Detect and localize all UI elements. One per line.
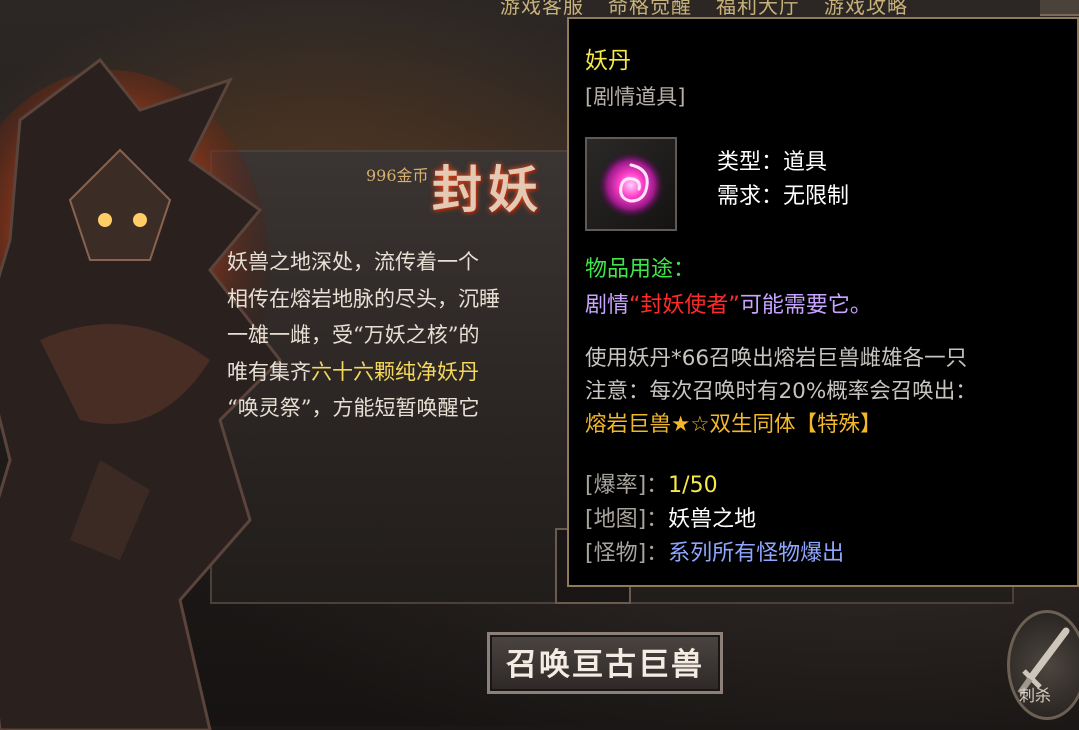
story-line: 一雄一雌，受“万妖之核”的 [227,323,480,347]
drop-rate-label: [爆率]： [585,473,669,498]
panel-title: 封妖 [432,160,544,219]
requirement-label: 需求： [717,184,784,209]
story-line: 妖兽之地深处，流传着一个 [227,250,479,274]
summon-button[interactable]: 召唤亘古巨兽 [487,632,723,694]
usage-text: 剧情“封妖使者”可能需要它。 [585,293,872,318]
nav-game-guide[interactable]: 游戏攻略 [824,0,908,18]
item-name: 妖丹 [585,48,631,74]
map-label: [地图]： [585,507,669,532]
item-properties: 类型：道具 需求：无限制 [717,146,849,214]
item-category: [剧情道具] [585,85,686,109]
skill-label: 刺杀 [1019,686,1052,705]
story-text: 妖兽之地深处，流传着一个 相传在熔岩地脉的尽头，沉睡 一雄一雌，受“万妖之核”的… [227,244,572,427]
monster-label: [怪物]： [585,541,669,566]
story-line: “唤灵祭”，方能短暂唤醒它 [227,396,480,420]
top-navigation: 游戏客服 命格觉醒 福利大厅 游戏攻略 [500,0,1020,18]
item-description: 使用妖丹*66召唤出熔岩巨兽雌雄各一只 注意：每次召唤时有20%概率会召唤出： … [585,342,977,441]
nav-welfare-hall[interactable]: 福利大厅 [716,0,800,18]
item-tooltip: 妖丹 [剧情道具] 类型：道具 需求：无限制 物品用途： 剧情“封妖使者”可能需… [567,17,1079,587]
item-icon-frame [585,137,677,231]
story-highlight: 六十六颗纯净妖丹 [311,359,479,384]
story-line: 唯有集齐六十六颗纯净妖丹 [227,359,479,384]
requirement-value: 无限制 [783,184,850,209]
story-line: 相传在熔岩地脉的尽头，沉睡 [227,286,500,311]
corner-button[interactable] [1040,0,1079,16]
drop-info: [爆率]：1/50 [地图]：妖兽之地 [怪物]：系列所有怪物爆出 [585,469,844,571]
nav-customer-service[interactable]: 游戏客服 [500,0,584,18]
magenta-swirl-orb-icon [597,151,665,219]
desc-special-line: 熔岩巨兽★☆双生同体【特殊】 [585,412,882,437]
usage-quest-name: “封妖使者” [629,293,740,318]
level-tag: 996金币 [366,166,429,185]
type-value: 道具 [783,150,828,175]
nav-destiny-awakening[interactable]: 命格觉醒 [608,0,692,18]
drop-rate-value: 1/50 [668,473,718,498]
desc-line: 注意：每次召唤时有20%概率会召唤出： [585,379,977,404]
map-value: 妖兽之地 [668,507,757,532]
monster-value: 系列所有怪物爆出 [668,541,845,566]
type-label: 类型： [717,150,784,175]
desc-line: 使用妖丹*66召唤出熔岩巨兽雌雄各一只 [585,346,968,371]
usage-heading: 物品用途： [585,257,696,282]
